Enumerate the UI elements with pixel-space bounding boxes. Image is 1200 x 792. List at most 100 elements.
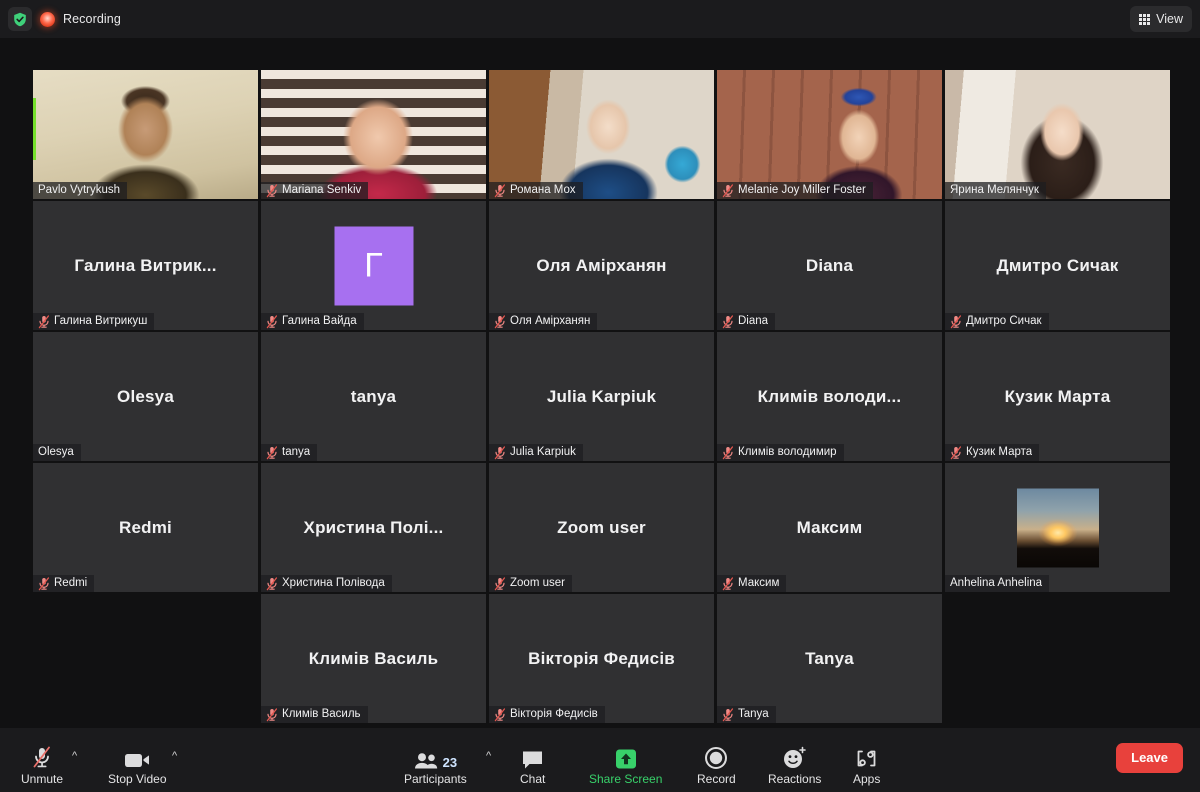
participant-tile[interactable]: Максим Максим	[717, 463, 942, 592]
participant-nameplate: Anhelina Anhelina	[945, 575, 1050, 592]
participant-tile[interactable]: tanya tanya	[261, 332, 486, 461]
participants-button-label: Participants	[404, 772, 467, 786]
share-screen-button[interactable]: Share Screen	[589, 745, 662, 786]
view-button[interactable]: View	[1130, 6, 1192, 32]
participant-video-feed	[261, 70, 486, 199]
participant-nameplate: Ярина Мелянчук	[945, 182, 1046, 199]
microphone-muted-icon	[38, 576, 50, 591]
participant-tile[interactable]: Романа Мох	[489, 70, 714, 199]
microphone-muted-icon	[950, 445, 962, 459]
microphone-muted-icon	[266, 183, 278, 197]
participants-button[interactable]: 23 Participants	[404, 745, 467, 786]
participant-nameplate: Julia Karpiuk	[489, 444, 583, 461]
empty-tile-slot	[945, 594, 1170, 723]
participant-nameplate: Климів володимир	[717, 444, 844, 461]
participant-tile[interactable]: Zoom user Zoom user	[489, 463, 714, 592]
participant-nameplate: Дмитро Сичак	[945, 313, 1049, 330]
participant-display-name: Дмитро Сичак	[996, 255, 1119, 275]
participant-tile[interactable]: Дмитро Сичак Дмитро Сичак	[945, 201, 1170, 330]
microphone-muted-icon	[494, 707, 506, 721]
participant-nameplate: Melanie Joy Miller Foster	[717, 182, 873, 199]
participant-display-name: Olesya	[117, 386, 174, 406]
grid-view-icon	[1139, 13, 1151, 25]
participant-name-label: Галина Витрикуш	[54, 315, 148, 327]
record-button[interactable]: Record	[697, 745, 736, 786]
participant-display-name: Максим	[796, 517, 863, 537]
participant-nameplate: Климів Василь	[261, 706, 368, 723]
participant-tile[interactable]: Галина Витрик... Галина Витрикуш	[33, 201, 258, 330]
participant-tile[interactable]: Вікторія Федисів Вікторія Федисів	[489, 594, 714, 723]
participant-name-label: Pavlo Vytrykush	[38, 184, 121, 196]
gallery-row: Климів Василь Климів Василь Вікторія Федис…	[33, 594, 1169, 723]
participant-name-label: Ярина Мелянчук	[950, 184, 1039, 196]
chat-button[interactable]: Chat	[520, 745, 545, 786]
participant-tile[interactable]: Кузик Марта Кузик Марта	[945, 332, 1170, 461]
microphone-muted-icon	[494, 183, 506, 198]
participant-video-feed	[717, 70, 942, 199]
participant-tile[interactable]: Mariana Senkiv	[261, 70, 486, 199]
video-options-chevron-up-icon[interactable]: ^	[172, 751, 177, 762]
participant-name-label: Tanya	[738, 708, 769, 720]
participant-tile[interactable]: Pavlo Vytrykush	[33, 70, 258, 199]
participant-display-name: Zoom user	[557, 517, 646, 537]
reactions-button[interactable]: Reactions	[768, 745, 821, 786]
participant-tile[interactable]: Diana Diana	[717, 201, 942, 330]
stop-video-button[interactable]: Stop Video	[108, 745, 167, 786]
participants-options-chevron-up-icon[interactable]: ^	[486, 751, 491, 762]
participant-display-name: Климів володи...	[757, 386, 902, 406]
participant-nameplate: Mariana Senkiv	[261, 182, 369, 199]
participant-tile[interactable]: Христина Полі... Христина Полівода	[261, 463, 486, 592]
participant-tile[interactable]: Tanya Tanya	[717, 594, 942, 723]
microphone-muted-icon	[494, 445, 506, 460]
participant-nameplate: tanya	[261, 444, 318, 461]
microphone-muted-icon	[38, 314, 50, 329]
mute-button-label: Unmute	[21, 772, 64, 786]
participant-video-feed	[33, 70, 258, 199]
participant-name-label: Максим	[738, 577, 780, 589]
microphone-muted-icon	[266, 576, 278, 591]
participant-name-label: Diana	[738, 315, 769, 327]
gallery-row: Pavlo Vytrykush Mariana Senkiv Романа Мох M…	[33, 70, 1170, 199]
participant-name-label: Дмитро Сичак	[966, 315, 1042, 327]
participant-tile[interactable]: Г Галина Вайда	[261, 201, 486, 330]
participant-display-name: Redmi	[119, 517, 172, 537]
participant-nameplate: Максим	[717, 575, 787, 592]
participant-display-name: Diana	[805, 255, 854, 275]
participant-tile[interactable]: Olesya Olesya	[33, 332, 258, 461]
gallery-row: Redmi Redmi Христина Полі... Христина Полів…	[33, 463, 1170, 592]
microphone-muted-icon	[266, 183, 278, 198]
participant-name-label: Вікторія Федисів	[510, 708, 598, 720]
participant-name-label: Климів володимир	[738, 446, 837, 458]
participant-nameplate: Pavlo Vytrykush	[33, 182, 128, 199]
share-screen-up-arrow-icon	[614, 745, 638, 770]
participant-tile[interactable]: Климів Василь Климів Василь	[261, 594, 486, 723]
microphone-muted-icon	[38, 576, 50, 590]
microphone-muted-icon	[494, 445, 506, 459]
shield-check-icon[interactable]	[8, 7, 32, 31]
participant-video-feed	[945, 70, 1170, 199]
microphone-muted-icon	[950, 314, 962, 328]
microphone-muted-icon	[950, 314, 962, 329]
participant-name-label: Mariana Senkiv	[282, 184, 362, 196]
participant-display-name: Julia Karpiuk	[546, 386, 657, 406]
participant-tile[interactable]: Ярина Мелянчук	[945, 70, 1170, 199]
microphone-muted-icon	[266, 445, 278, 459]
participant-tile[interactable]: Redmi Redmi	[33, 463, 258, 592]
participant-display-name: Кузик Марта	[1004, 386, 1111, 406]
avatar: Г	[334, 226, 413, 305]
participant-tile[interactable]: Melanie Joy Miller Foster	[717, 70, 942, 199]
microphone-muted-icon	[722, 576, 734, 590]
participant-tile[interactable]: Климів володи... Климів володимир	[717, 332, 942, 461]
participant-name-label: Романа Мох	[510, 184, 576, 196]
participant-tile[interactable]: Оля Амірханян Оля Амірханян	[489, 201, 714, 330]
leave-button[interactable]: Leave	[1116, 743, 1183, 773]
microphone-muted-icon	[266, 576, 278, 590]
participant-tile[interactable]: Anhelina Anhelina	[945, 463, 1170, 592]
mute-button[interactable]: Unmute	[21, 745, 63, 786]
participant-name-label: Julia Karpiuk	[510, 446, 576, 458]
apps-button[interactable]: Apps	[853, 745, 880, 786]
microphone-muted-icon	[722, 707, 734, 722]
participant-tile[interactable]: Julia Karpiuk Julia Karpiuk	[489, 332, 714, 461]
microphone-muted-icon	[950, 445, 962, 460]
audio-options-chevron-up-icon[interactable]: ^	[72, 751, 77, 762]
